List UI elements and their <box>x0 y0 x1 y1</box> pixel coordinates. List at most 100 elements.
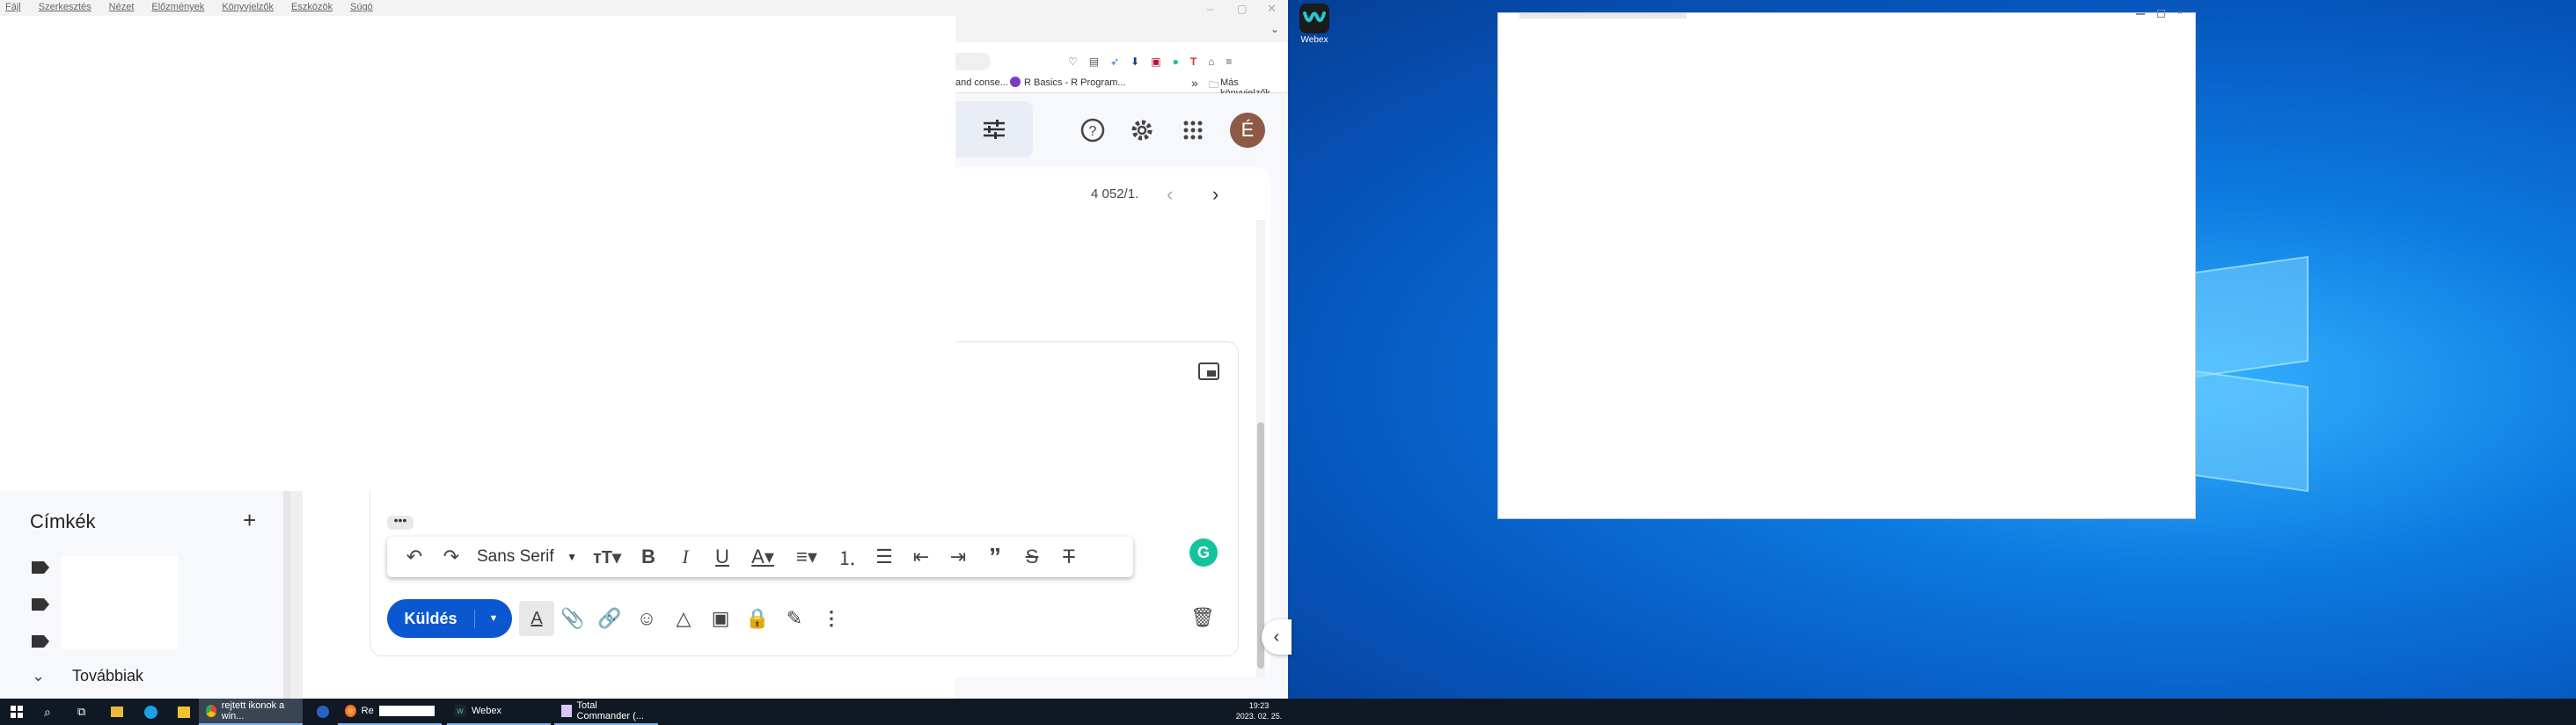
label-tag-icon[interactable] <box>32 598 49 615</box>
indent-less-icon[interactable]: ⇤ <box>903 539 940 575</box>
show-trimmed-content-button[interactable]: ••• <box>387 514 413 530</box>
menu-icon[interactable]: ≡ <box>1226 55 1232 68</box>
remove-formatting-icon[interactable]: T <box>1050 539 1087 575</box>
taskbar-firefox-window[interactable]: Re <box>338 699 442 725</box>
prev-page-icon[interactable]: ‹ <box>1167 183 1173 206</box>
tab-strip: ⌄ <box>955 19 1288 42</box>
download-icon[interactable]: ⬇ <box>1131 55 1139 68</box>
start-windows-icon[interactable] <box>4 699 30 725</box>
reader-icon[interactable]: ▤ <box>1089 55 1099 68</box>
tab-list-chevron-icon[interactable]: ⌄ <box>1270 23 1279 35</box>
settings-app-icon[interactable] <box>310 699 336 725</box>
send-button[interactable]: Küldés <box>387 609 475 628</box>
svg-text:?: ? <box>1089 124 1097 139</box>
taskbar-webex-window[interactable]: w Webex <box>447 699 551 725</box>
add-label-icon[interactable]: + <box>243 507 256 534</box>
popout-icon[interactable] <box>1198 362 1219 380</box>
apps-grid-icon[interactable] <box>1175 113 1211 148</box>
numbered-list-icon[interactable]: ⒈ <box>829 539 866 575</box>
drive-icon[interactable]: △ <box>665 601 702 636</box>
blank-window[interactable]: × <box>1497 9 2196 519</box>
taskbar-clock[interactable]: 19:23 2023. 02. 25. <box>1235 700 1283 721</box>
taskbar-total-commander-window[interactable]: Total Commander (... <box>554 699 658 725</box>
side-panel-toggle-chevron-icon[interactable]: ‹ <box>1262 619 1292 655</box>
text-color-icon[interactable]: A▾ <box>741 539 785 575</box>
discard-trash-icon[interactable]: 🗑 <box>1184 600 1221 635</box>
emoji-icon[interactable]: ☺ <box>628 601 665 636</box>
store-icon[interactable] <box>171 699 197 725</box>
extension-arrow-icon[interactable]: ➶ <box>1110 55 1119 68</box>
quote-icon[interactable]: ” <box>977 539 1014 575</box>
menu-help[interactable]: Súgó <box>350 2 373 12</box>
send-options-arrow-icon[interactable]: ▼ <box>475 613 512 624</box>
bookmark-item[interactable]: R Basics - R Program... <box>1024 77 1126 88</box>
confidential-lock-icon[interactable]: 🔒 <box>739 601 776 636</box>
search-options-button[interactable] <box>955 101 1033 157</box>
webex-icon-label: Webex <box>1300 35 1328 45</box>
link-icon[interactable]: 🔗 <box>591 601 628 636</box>
clock-date: 2023. 02. 25. <box>1235 712 1283 721</box>
photo-icon[interactable]: ▣ <box>702 601 739 636</box>
undo-icon[interactable]: ↶ <box>396 539 433 575</box>
pocket-icon[interactable]: ♡ <box>1068 55 1078 68</box>
address-bar[interactable] <box>955 53 991 70</box>
label-tag-icon[interactable] <box>32 561 49 578</box>
more-options-icon[interactable]: ⋮ <box>813 601 850 636</box>
bookmarks-overflow-icon[interactable]: » <box>1191 76 1198 90</box>
bookmark-item[interactable]: and conse... <box>955 77 1008 88</box>
chevron-down-icon[interactable]: ⌄ <box>32 667 45 685</box>
clock-time: 19:23 <box>1248 701 1270 710</box>
blank-window-titlebar <box>1519 13 1687 18</box>
folder-icon: 🗀 <box>1209 80 1218 91</box>
minimize-icon[interactable]: – <box>1207 3 1213 15</box>
bold-icon[interactable]: B <box>630 539 667 575</box>
menu-edit[interactable]: Szerkesztés <box>39 2 91 12</box>
settings-gear-icon[interactable] <box>1124 113 1160 148</box>
windows-logo-pane <box>2194 255 2309 378</box>
italic-icon[interactable]: I <box>667 539 704 575</box>
align-icon[interactable]: ≡▾ <box>785 539 829 575</box>
menu-bookmarks[interactable]: Könyvjelzők <box>222 2 274 12</box>
window-controls: × <box>2125 9 2186 18</box>
close-icon[interactable]: ✕ <box>1267 2 1277 16</box>
puzzle-icon[interactable]: ⌂ <box>1208 55 1214 68</box>
bulleted-list-icon[interactable]: ☰ <box>866 539 903 575</box>
taskbar-chrome-window[interactable]: rejtett ikonok a win... <box>199 699 303 725</box>
grammarly-ext-icon[interactable]: ● <box>1173 55 1179 68</box>
account-avatar[interactable]: É <box>1230 113 1265 148</box>
menu-file[interactable]: Fájl <box>5 2 21 12</box>
webex-desktop-shortcut[interactable]: Webex <box>1296 4 1333 49</box>
underline-icon[interactable]: U <box>704 539 741 575</box>
help-icon[interactable]: ? <box>1075 113 1110 148</box>
minimize-icon[interactable] <box>2136 13 2145 15</box>
edge-icon[interactable] <box>137 699 165 725</box>
formatting-options-icon[interactable]: A <box>519 601 554 636</box>
browser-titlebar: – ▢ ✕ <box>955 0 1288 19</box>
task-view-icon[interactable]: ⧉ <box>70 699 92 725</box>
menu-history[interactable]: Előzmények <box>151 2 204 12</box>
gmail-sidebar: Címkék + ⌄ Továbbiak <box>0 491 290 699</box>
font-size-icon[interactable]: тT▾ <box>584 539 630 575</box>
close-icon[interactable]: × <box>2177 9 2186 18</box>
label-tag-icon[interactable] <box>32 635 49 652</box>
translate-icon[interactable]: T <box>1190 55 1197 68</box>
menu-view[interactable]: Nézet <box>109 2 135 12</box>
extension-icon[interactable]: ▣ <box>1151 55 1160 68</box>
maximize-icon[interactable]: ▢ <box>1237 3 1247 15</box>
indent-more-icon[interactable]: ⇥ <box>940 539 977 575</box>
attach-icon[interactable]: 📎 <box>554 601 591 636</box>
next-page-icon[interactable]: › <box>1212 183 1218 206</box>
search-icon[interactable]: ⌕ <box>37 699 58 725</box>
signature-pen-icon[interactable]: ✎ <box>776 601 813 636</box>
redo-icon[interactable]: ↷ <box>433 539 470 575</box>
grammarly-icon[interactable]: G <box>1189 538 1218 567</box>
more-labels-toggle[interactable]: Továbbiak <box>72 667 143 685</box>
font-family-select[interactable]: Sans Serif ▼ <box>470 547 584 567</box>
menu-tools[interactable]: Eszközök <box>291 2 333 12</box>
send-button-group: Küldés ▼ <box>387 599 512 638</box>
filter-sliders-icon <box>984 120 1005 139</box>
strikethrough-icon[interactable]: S <box>1014 539 1050 575</box>
sidebar-scrollbar[interactable] <box>283 491 290 699</box>
maximize-icon[interactable] <box>2157 10 2165 18</box>
file-explorer-icon[interactable] <box>104 699 130 725</box>
